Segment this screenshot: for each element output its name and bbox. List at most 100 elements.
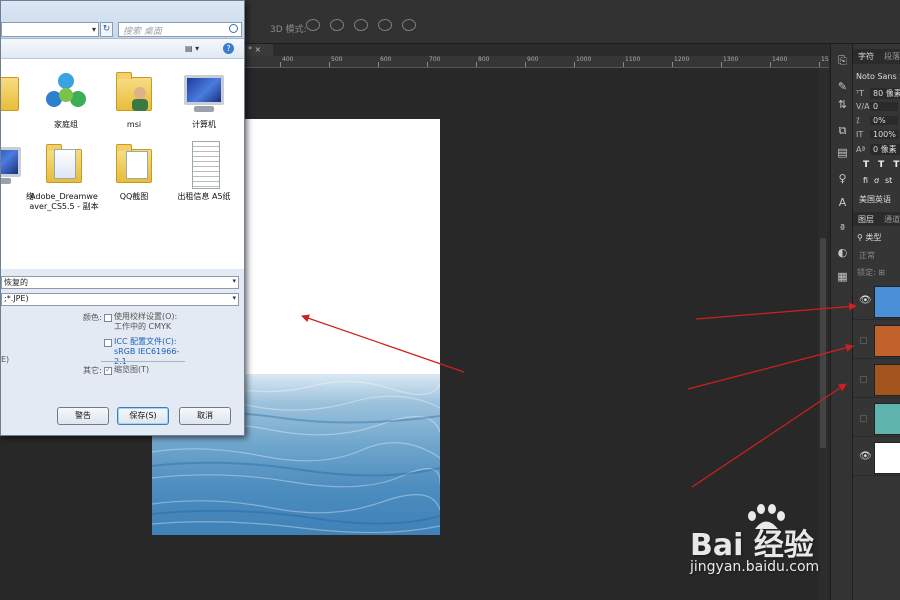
3d-tools [306, 19, 416, 31]
layer-row[interactable] [853, 362, 900, 398]
network-icon [1, 147, 21, 177]
bold-button[interactable]: T [863, 160, 869, 170]
warning-button[interactable]: 警告 [57, 407, 109, 425]
caps-button[interactable]: T [893, 160, 899, 170]
tab-character[interactable]: 字符 [858, 51, 874, 62]
kerning-row[interactable]: V/A 0 [856, 102, 898, 111]
character-layers-panel: 字符 段落 Noto Sans S C ᵀT80 像素 V/A0 ⁒0% IT1… [853, 44, 900, 600]
baseline-shift-row[interactable]: Aª 0 像素 [856, 144, 900, 155]
lock-pixels-icon[interactable]: ⊞ [878, 268, 885, 277]
icc-profile-checkbox[interactable] [104, 339, 112, 347]
chevron-down-icon[interactable]: ▾ [92, 25, 96, 34]
visibility-toggle[interactable] [860, 415, 867, 422]
ligature-button[interactable]: fi [863, 176, 868, 185]
visibility-toggle[interactable] [860, 376, 867, 383]
address-bar[interactable]: ▾ [1, 22, 99, 37]
ruler-tick [770, 62, 771, 67]
clone-source-icon[interactable]: ⧉ [836, 124, 849, 137]
history-icon[interactable]: ⎘ [836, 54, 849, 67]
command-bar: ▤ ▾ ? [1, 39, 244, 59]
list-item[interactable]: 出租信息 A5纸 [169, 141, 239, 202]
adjust-icon[interactable]: ⇅ [836, 98, 849, 111]
3d-scale-icon[interactable] [402, 19, 416, 31]
tab-close-icon[interactable]: × [255, 45, 262, 54]
search-input[interactable]: 搜索 桌面 [118, 22, 242, 37]
ruler-tick-label: 400 [282, 56, 294, 63]
layer-thumbnail [874, 364, 900, 396]
eye-icon[interactable]: 👁 [859, 451, 872, 462]
3d-orbit-icon[interactable] [306, 19, 320, 31]
3d-pan-icon[interactable] [354, 19, 368, 31]
list-item[interactable]: Adobe_Dreamweaver_CS5.5 - 副本 [29, 141, 99, 212]
refresh-button[interactable]: ↻ [100, 22, 113, 37]
search-placeholder: 搜索 桌面 [123, 27, 162, 37]
type-style-buttons: T T T [863, 160, 899, 170]
character-icon[interactable]: A [836, 196, 849, 209]
blend-mode-select[interactable]: 正常 [859, 250, 875, 261]
thumbnail-checkbox[interactable] [104, 365, 112, 375]
ruler-tick-label: 1400 [772, 56, 788, 63]
ruler-tick-label: 1000 [576, 56, 592, 63]
layer-row[interactable] [853, 401, 900, 437]
save-button[interactable]: 保存(S) [117, 407, 169, 425]
layer-thumbnail [874, 286, 900, 318]
address-row: ▾ ↻ 搜索 桌面 [1, 1, 244, 39]
layer-thumbnail [874, 442, 900, 474]
search-icon[interactable] [229, 24, 238, 33]
arrow-to-layer-2 [687, 343, 854, 390]
ruler-tick [525, 62, 526, 67]
italic-button[interactable]: T [878, 160, 884, 170]
list-item[interactable]: 家庭组 [31, 69, 101, 130]
adjustments-icon[interactable]: ◐ [836, 246, 849, 259]
visibility-toggle[interactable] [860, 337, 867, 344]
lock-row: 锁定: ⊞ [857, 267, 885, 278]
filename-field[interactable]: 恢复的 ▾ [1, 276, 239, 289]
layer-row[interactable]: 👁 [853, 440, 900, 476]
3d-slide-icon[interactable] [378, 19, 392, 31]
help-icon[interactable]: ? [223, 43, 234, 54]
discretionary-button[interactable]: ơ [874, 176, 879, 185]
layer-row[interactable]: 👁 [853, 284, 900, 320]
info-icon[interactable]: ♀ [836, 172, 849, 185]
3d-mode-label: 3D 模式: [270, 25, 307, 35]
view-options-icon[interactable]: ▤ ▾ [185, 44, 199, 53]
eye-icon[interactable]: 👁 [859, 295, 872, 306]
layer-filter[interactable]: ⚲ 类型 [857, 232, 881, 243]
tab-layers[interactable]: 图层 [858, 214, 874, 225]
document-tab[interactable]: * × [245, 44, 273, 56]
file-label: 出租信息 A5纸 [177, 192, 231, 201]
cancel-button[interactable]: 取消 [179, 407, 231, 425]
ruler-tick [280, 62, 281, 67]
font-size-row[interactable]: ᵀT 80 像素 [856, 88, 900, 99]
tracking-row[interactable]: ⁒ 0% [856, 116, 898, 125]
list-item[interactable]: 计算机 [169, 69, 239, 130]
proof-setup-checkbox[interactable] [104, 314, 112, 322]
file-label: 家庭组 [54, 120, 78, 129]
list-item[interactable]: msi [99, 69, 169, 130]
filetype-select[interactable]: ;*.JPE) ▾ [1, 293, 239, 306]
ruler-tick-label: 1500 [821, 56, 829, 63]
tab-paragraph[interactable]: 段落 [884, 51, 900, 62]
folder-icon [110, 141, 158, 189]
vertical-scale-row[interactable]: IT 100% [856, 130, 899, 139]
panel-tab-bar: 字符 段落 [853, 49, 900, 64]
scrollbar-thumb[interactable] [820, 238, 826, 448]
font-family-field[interactable]: Noto Sans S C [856, 72, 900, 81]
paragraph-styles-icon[interactable]: ª [836, 222, 849, 235]
proof-setup-label: 使用校样设置(O): 工作中的 CMYK [114, 312, 178, 331]
ruler-tick [623, 62, 624, 67]
horizontal-ruler: 400 500 600 700 800 900 1000 1100 1200 1300 1400 15… [245, 56, 829, 68]
stylistic-button[interactable]: st [885, 176, 892, 185]
3d-roll-icon[interactable] [330, 19, 344, 31]
watermark-logo: Bai 经验 [690, 528, 814, 563]
language-select[interactable]: 美国英语 [859, 194, 891, 205]
properties-icon[interactable]: ▦ [836, 270, 849, 283]
ruler-tick [721, 62, 722, 67]
layer-row[interactable] [853, 323, 900, 359]
brush-icon[interactable]: ✎ [836, 80, 849, 93]
ruler-tick-label: 1100 [625, 56, 641, 63]
list-item[interactable]: QQ截图 [99, 141, 169, 202]
layer-comps-icon[interactable]: ▤ [836, 146, 849, 159]
ruler-tick-label: 900 [527, 56, 539, 63]
tab-channels[interactable]: 通道 [884, 214, 900, 225]
